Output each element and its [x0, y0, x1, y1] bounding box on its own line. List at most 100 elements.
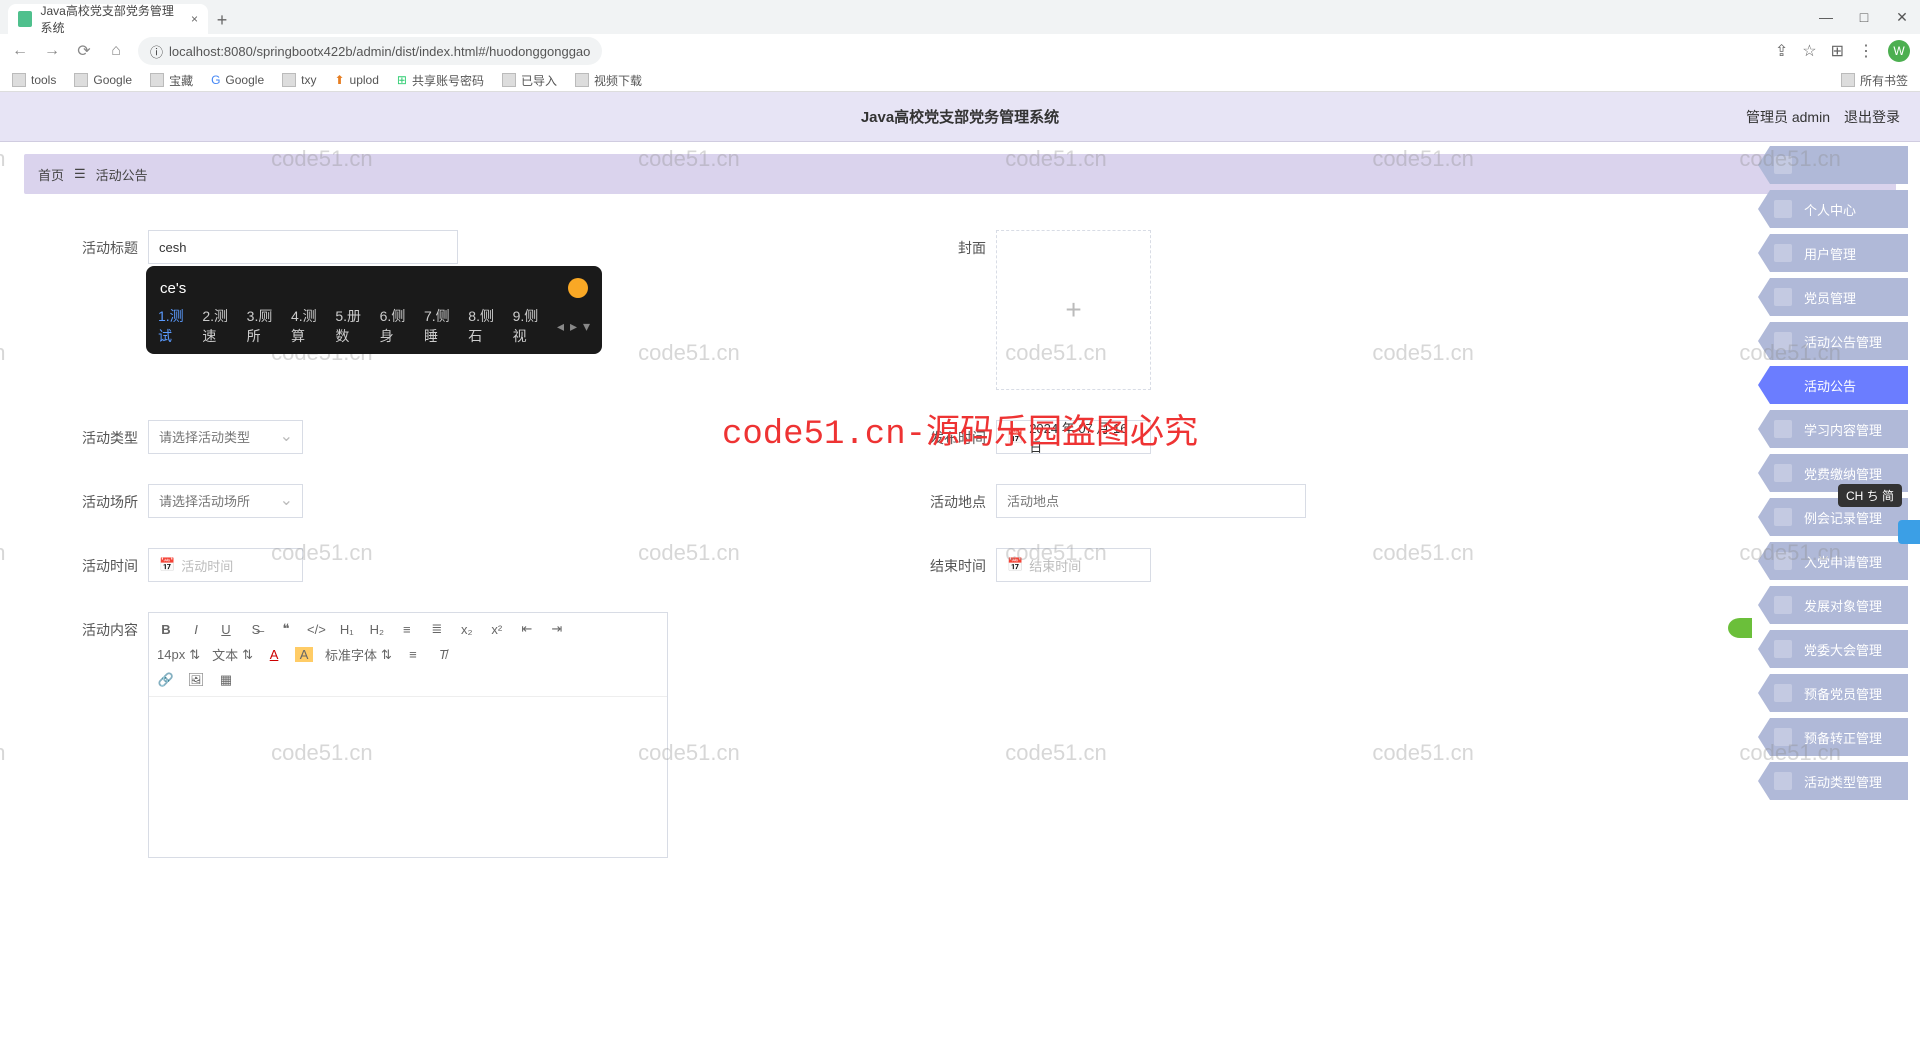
all-bookmarks[interactable]: 所有书签: [1841, 72, 1908, 89]
bookmark-item[interactable]: tools: [12, 73, 56, 87]
breadcrumb-home[interactable]: 首页: [38, 165, 64, 184]
row-type: 活动类型: [74, 420, 842, 454]
sidebar-item-users[interactable]: 用户管理: [1758, 234, 1908, 272]
list-icon: [1774, 332, 1792, 350]
fontfamily-select[interactable]: 标准字体 ⇅: [325, 645, 392, 664]
new-tab-button[interactable]: +: [208, 6, 236, 34]
ime-candidate[interactable]: 7.侧睡: [424, 306, 452, 346]
editor-body[interactable]: [149, 697, 667, 857]
window-controls: — □ ✕: [1816, 0, 1912, 34]
ime-prev-icon[interactable]: ◂: [557, 318, 564, 335]
bold-icon[interactable]: B: [157, 622, 175, 637]
ime-candidate[interactable]: 8.侧石: [468, 306, 496, 346]
maximize-icon[interactable]: □: [1854, 9, 1874, 25]
cover-uploader[interactable]: +: [996, 230, 1151, 390]
bookmark-item[interactable]: 已导入: [502, 72, 557, 89]
row-publish: 发布时间 📅2024 年 07 月 16 日: [922, 420, 1690, 454]
label-publish: 发布时间: [922, 420, 986, 448]
ime-candidate[interactable]: 9.侧视: [513, 306, 541, 346]
ime-candidate[interactable]: 1.测试: [158, 306, 186, 346]
tab-close-icon[interactable]: ×: [191, 12, 198, 26]
align-icon[interactable]: ≡: [404, 647, 422, 662]
strike-icon[interactable]: S̶: [247, 622, 265, 637]
sidebar-item-study[interactable]: 学习内容管理: [1758, 410, 1908, 448]
sidebar-item-congress[interactable]: 党委大会管理: [1758, 630, 1908, 668]
side-nav: 个人中心 用户管理 党员管理 活动公告管理 活动公告 学习内容管理 党费缴纳管理…: [1758, 146, 1908, 800]
close-window-icon[interactable]: ✕: [1892, 9, 1912, 26]
type-select[interactable]: [148, 420, 303, 454]
sidebar-item-members[interactable]: 党员管理: [1758, 278, 1908, 316]
publish-date-input[interactable]: 📅2024 年 07 月 16 日: [996, 420, 1151, 454]
ime-candidate[interactable]: 4.测算: [291, 306, 319, 346]
address-input[interactable]: [996, 484, 1306, 518]
site-info-icon[interactable]: ⓘ: [150, 42, 163, 61]
bookmark-item[interactable]: txy: [282, 73, 316, 87]
sub-icon[interactable]: x₂: [458, 622, 476, 637]
end-time-input[interactable]: 📅结束时间: [996, 548, 1151, 582]
fontcolor-icon[interactable]: A: [265, 647, 283, 662]
h1-icon[interactable]: H₁: [338, 622, 356, 637]
sidebar-item-announce-mgmt[interactable]: 活动公告管理: [1758, 322, 1908, 360]
reload-icon[interactable]: ⟳: [74, 41, 94, 61]
ime-candidate[interactable]: 5.册数: [335, 306, 363, 346]
logout-button[interactable]: 退出登录: [1844, 107, 1900, 127]
outdent-icon[interactable]: ⇥: [548, 621, 566, 637]
back-icon[interactable]: ←: [10, 42, 30, 60]
highlight-icon[interactable]: A: [295, 647, 313, 662]
clear-icon[interactable]: T̸: [434, 647, 452, 662]
bookmark-item[interactable]: ⬆uplod: [334, 73, 378, 87]
ol-icon[interactable]: ≡: [398, 622, 416, 637]
calendar-icon: 📅: [1007, 557, 1023, 573]
sidebar-item-profile[interactable]: 个人中心: [1758, 190, 1908, 228]
bookmark-item[interactable]: 视频下载: [575, 72, 642, 89]
ime-next-icon[interactable]: ▸: [570, 318, 577, 335]
ime-lang-badge[interactable]: CH ち 简: [1838, 484, 1902, 507]
bookmark-icon[interactable]: ☆: [1802, 41, 1816, 61]
bookmark-item[interactable]: 宝藏: [150, 72, 193, 89]
profile-avatar[interactable]: W: [1888, 40, 1910, 62]
browser-tab[interactable]: Java高校党支部党务管理系统 ×: [8, 4, 208, 34]
ul-icon[interactable]: ≣: [428, 621, 446, 637]
sidebar-item-promote[interactable]: 预备转正管理: [1758, 718, 1908, 756]
bookmark-item[interactable]: GGoogle: [211, 73, 264, 87]
url-box[interactable]: ⓘ localhost:8080/springbootx422b/admin/d…: [138, 37, 602, 65]
forward-icon[interactable]: →: [42, 42, 62, 60]
extensions-icon[interactable]: ⊞: [1831, 41, 1844, 61]
video-icon[interactable]: ▦: [217, 672, 235, 688]
share-icon[interactable]: ⇪: [1775, 41, 1788, 61]
fontsize-select[interactable]: 14px ⇅: [157, 647, 200, 663]
sidebar-item-announce[interactable]: 活动公告: [1758, 366, 1908, 404]
minimize-icon[interactable]: —: [1816, 9, 1836, 25]
menu-icon[interactable]: ⋮: [1858, 41, 1874, 61]
bookmark-item[interactable]: Google: [74, 73, 132, 87]
folder-icon: [74, 73, 88, 87]
time-input[interactable]: 📅活动时间: [148, 548, 303, 582]
h2-icon[interactable]: H₂: [368, 622, 386, 637]
title-input[interactable]: [148, 230, 458, 264]
row-addr: 活动地点: [922, 484, 1690, 518]
assistant-bubble-icon[interactable]: [1728, 618, 1752, 638]
place-select[interactable]: [148, 484, 303, 518]
image-icon[interactable]: 🖼: [187, 672, 205, 688]
sidebar-item-candidate[interactable]: 预备党员管理: [1758, 674, 1908, 712]
italic-icon[interactable]: I: [187, 622, 205, 637]
bookmark-item[interactable]: ⊞共享账号密码: [397, 72, 484, 89]
home-icon[interactable]: ⌂: [106, 42, 126, 60]
underline-icon[interactable]: U: [217, 622, 235, 637]
ime-dropdown-icon[interactable]: ▾: [583, 318, 590, 335]
ime-candidate[interactable]: 2.测速: [202, 306, 230, 346]
upload-icon: ⬆: [334, 73, 344, 87]
sidebar-item-home[interactable]: [1758, 146, 1908, 184]
sup-icon[interactable]: x²: [488, 622, 506, 637]
sidebar-item-act-type[interactable]: 活动类型管理: [1758, 762, 1908, 800]
textmode-select[interactable]: 文本 ⇅: [212, 645, 253, 664]
ime-candidate[interactable]: 6.侧身: [380, 306, 408, 346]
quote-icon[interactable]: ❝: [277, 621, 295, 637]
code-icon[interactable]: </>: [307, 622, 326, 637]
float-widget-icon[interactable]: [1898, 520, 1920, 544]
ime-candidate[interactable]: 3.厕所: [247, 306, 275, 346]
link-icon[interactable]: 🔗: [157, 672, 175, 688]
sidebar-item-apply[interactable]: 入党申请管理: [1758, 542, 1908, 580]
indent-icon[interactable]: ⇤: [518, 621, 536, 637]
sidebar-item-develop[interactable]: 发展对象管理: [1758, 586, 1908, 624]
